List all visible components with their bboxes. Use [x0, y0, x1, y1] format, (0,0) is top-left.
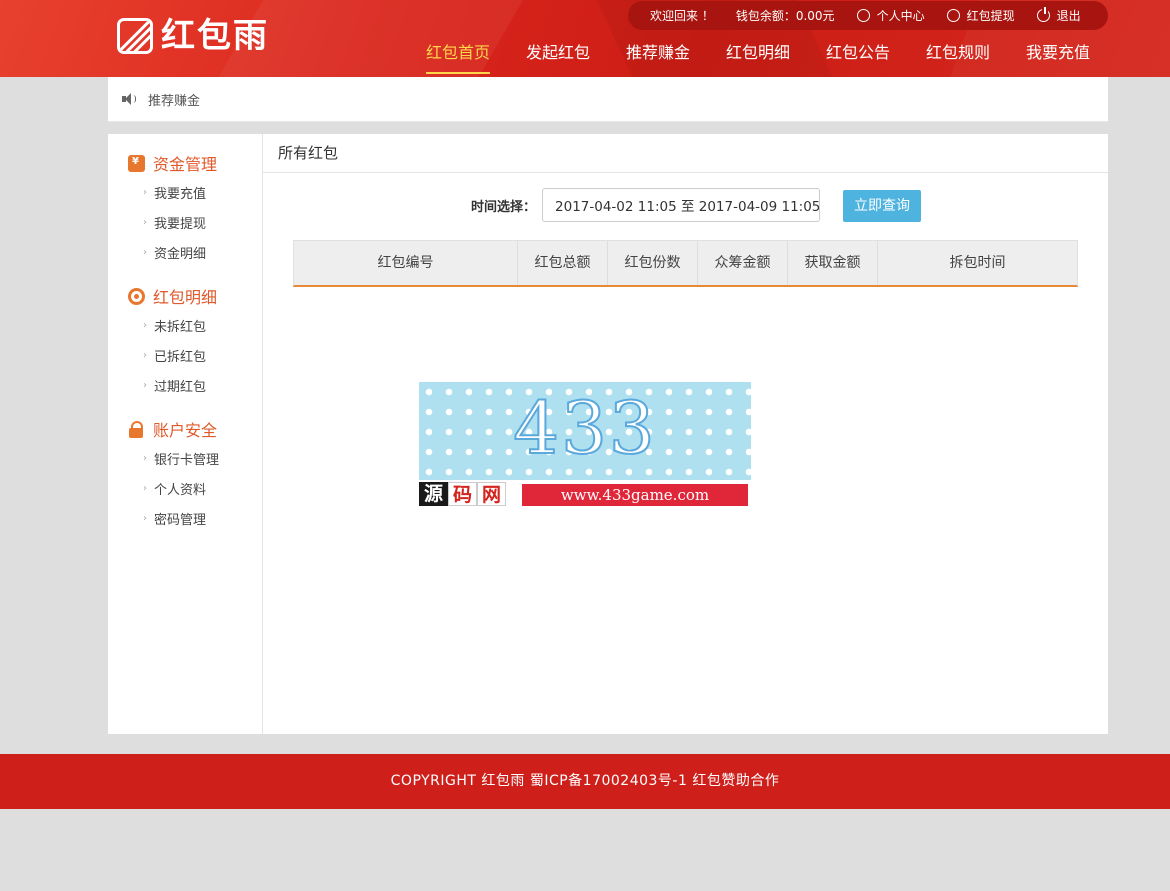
- sidebar-item-unopened[interactable]: 未拆红包: [143, 316, 206, 335]
- logout-link[interactable]: 退出: [1036, 7, 1081, 24]
- withdraw-label: 红包提现: [966, 9, 1015, 23]
- nav-announcement[interactable]: 红包公告: [826, 38, 890, 68]
- date-filter: 时间选择：: [471, 188, 821, 222]
- watermark-char: 源: [419, 482, 448, 506]
- nav-referral[interactable]: 推荐赚金: [626, 38, 690, 68]
- user-center-link[interactable]: 个人中心: [856, 7, 925, 24]
- wallet-balance: 钱包余额：0.00元: [735, 9, 835, 23]
- redpacket-table: 红包编号 红包总额 红包份数 众筹金额 获取金额 拆包时间: [293, 240, 1078, 287]
- filter-label: 时间选择：: [471, 199, 537, 215]
- sidebar-item-password[interactable]: 密码管理: [143, 509, 206, 528]
- sidebar-item-fund-detail[interactable]: 资金明细: [143, 243, 206, 262]
- watermark-char: 网: [477, 482, 506, 506]
- logout-label: 退出: [1056, 9, 1081, 23]
- notice-text[interactable]: 推荐赚金: [148, 90, 200, 109]
- sidebar-group-security: 账户安全: [128, 417, 217, 441]
- date-range-input[interactable]: [542, 188, 821, 222]
- sidebar-group-title: 红包明细: [153, 288, 218, 307]
- sidebar-item-bank-card[interactable]: 银行卡管理: [143, 449, 219, 468]
- nav-send-redpacket[interactable]: 发起红包: [526, 38, 590, 68]
- sidebar-group-redpackets: 红包明细: [128, 284, 217, 308]
- sidebar-item-withdraw[interactable]: 我要提现: [143, 213, 206, 232]
- column-header[interactable]: 众筹金额: [698, 241, 788, 285]
- target-icon: [128, 287, 145, 305]
- main-panel: 资金管理 我要充值 我要提现 资金明细 红包明细 未拆红包 已拆红包 过期红包 …: [108, 134, 1108, 734]
- user-topbar: 欢迎回来 ！ 钱包余额：0.00元 个人中心 红包提现 退出: [628, 1, 1108, 30]
- welcome-text: 欢迎回来 ！: [650, 9, 714, 23]
- sidebar: 资金管理 我要充值 我要提现 资金明细 红包明细 未拆红包 已拆红包 过期红包 …: [108, 134, 263, 734]
- column-header[interactable]: 红包编号: [294, 241, 518, 285]
- withdraw-link[interactable]: 红包提现: [946, 7, 1015, 24]
- user-center-label: 个人中心: [876, 9, 925, 23]
- watermark-source-logo: 源 码 网: [419, 482, 506, 506]
- column-header[interactable]: 红包份数: [608, 241, 698, 285]
- nav-home[interactable]: 红包首页: [426, 38, 491, 74]
- sidebar-item-opened[interactable]: 已拆红包: [143, 346, 206, 365]
- table-header: 红包编号 红包总额 红包份数 众筹金额 获取金额 拆包时间: [293, 240, 1078, 287]
- notice-bar: 推荐赚金: [108, 77, 1108, 122]
- sidebar-item-profile[interactable]: 个人资料: [143, 479, 206, 498]
- query-button[interactable]: 立即查询: [843, 190, 921, 222]
- watermark-url: www.433game.com: [522, 484, 748, 506]
- nav-redpacket-detail[interactable]: 红包明细: [726, 38, 790, 68]
- content-area: 所有红包 时间选择： 立即查询 红包编号 红包总额 红包份数 众筹金额 获取金额…: [263, 134, 1108, 734]
- column-header[interactable]: 获取金额: [788, 241, 878, 285]
- yen-icon: [946, 9, 960, 22]
- watermark-image: 433 源 码 网 www.433game.com: [419, 382, 751, 508]
- page-title: 所有红包: [263, 134, 1108, 173]
- watermark-number: 433: [512, 385, 657, 471]
- sidebar-group-funds: 资金管理: [128, 151, 217, 175]
- nav-rules[interactable]: 红包规则: [926, 38, 990, 68]
- header: 红包雨 欢迎回来 ！ 钱包余额：0.00元 个人中心 红包提现 退出 红包首页 …: [0, 0, 1170, 77]
- speaker-icon: [122, 93, 136, 105]
- money-icon: [128, 154, 145, 172]
- column-header[interactable]: 红包总额: [518, 241, 608, 285]
- power-icon: [1036, 7, 1050, 22]
- sidebar-item-expired[interactable]: 过期红包: [143, 376, 206, 395]
- sidebar-group-title: 资金管理: [153, 155, 218, 174]
- column-header[interactable]: 拆包时间: [878, 241, 1077, 285]
- watermark-char: 码: [448, 482, 477, 506]
- sidebar-group-title: 账户安全: [153, 421, 218, 440]
- footer: COPYRIGHT 红包雨 蜀ICP备17002403号-1 红包赞助合作: [0, 754, 1170, 809]
- nav-recharge[interactable]: 我要充值: [1026, 38, 1090, 68]
- sidebar-item-recharge[interactable]: 我要充值: [143, 183, 206, 202]
- user-icon: [856, 9, 870, 22]
- main-nav: 红包首页 发起红包 推荐赚金 红包明细 红包公告 红包规则 我要充值: [0, 38, 1170, 77]
- lock-icon: [128, 420, 145, 438]
